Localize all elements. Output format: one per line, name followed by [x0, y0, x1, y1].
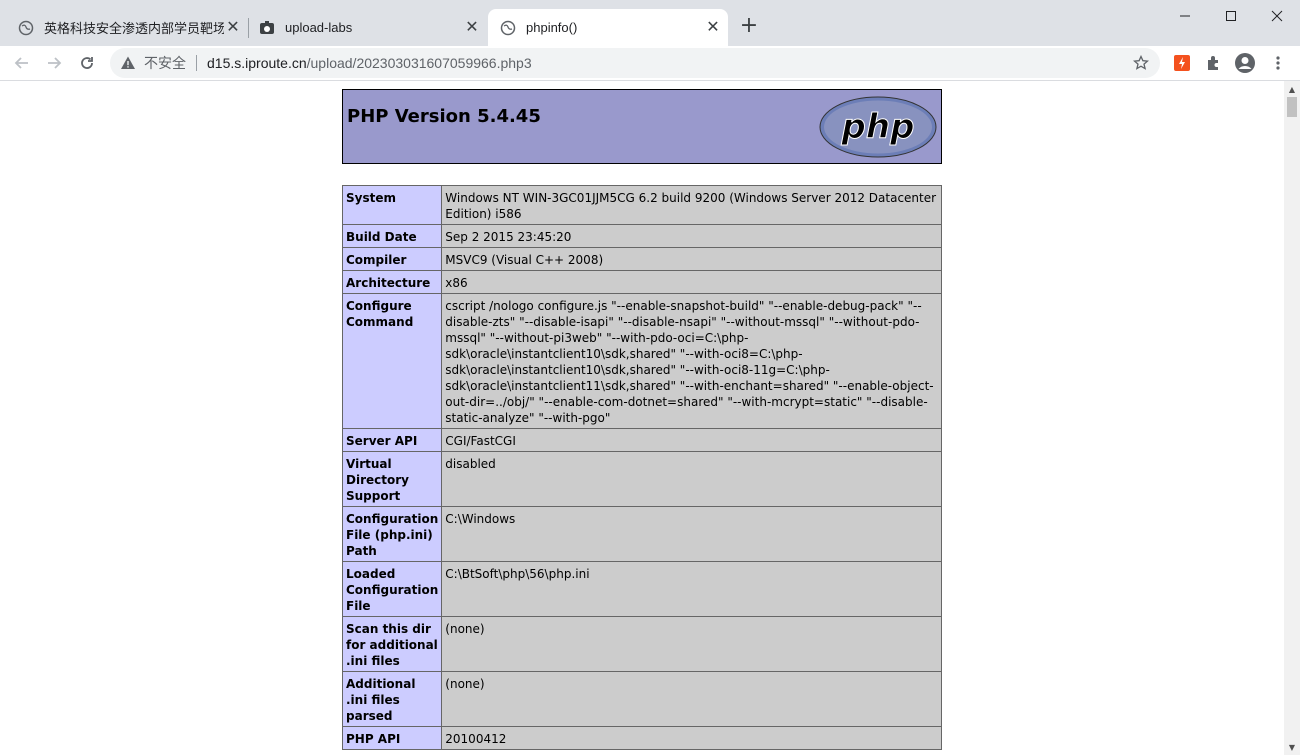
bookmark-star-icon[interactable]: [1132, 54, 1150, 72]
info-value: C:\BtSoft\php\56\php.ini: [441, 561, 942, 617]
info-row: Scan this dir for additional .ini files(…: [341, 616, 942, 672]
system-info-table: System Windows NT WIN-3GC01JJM5CG 6.2 bui…: [341, 185, 942, 750]
back-icon[interactable]: [10, 51, 34, 75]
tab-title: upload-labs: [285, 20, 353, 35]
tab-upload-labs[interactable]: upload-labs ✕: [249, 9, 487, 46]
close-tab-icon[interactable]: ✕: [704, 18, 722, 36]
info-key: Architecture: [341, 270, 443, 294]
info-row: Build Date Sep 2 2015 23:45:20: [341, 224, 942, 248]
info-row: Server API CGI/FastCGI: [341, 428, 942, 452]
url-host: d15.s.iproute.cn: [207, 55, 307, 71]
phpinfo-container: PHP Version 5.4.45 php System Windows NT …: [341, 89, 942, 750]
info-row: Configuration File (php.ini) Path C:\Wind…: [341, 506, 942, 562]
menu-kebab-icon[interactable]: [1267, 52, 1289, 74]
info-value: MSVC9 (Visual C++ 2008): [441, 247, 942, 271]
reload-icon[interactable]: [75, 51, 99, 75]
scroll-up-icon[interactable]: ▲: [1284, 81, 1300, 97]
url-path: /upload/202303031607059966.php3: [306, 55, 532, 71]
browser-toolbar: 不安全 d15.s.iproute.cn/upload/202303031607…: [0, 46, 1300, 81]
info-key: Loaded Configuration File: [341, 561, 443, 617]
tab-phpinfo[interactable]: phpinfo() ✕: [488, 9, 728, 46]
scroll-down-icon[interactable]: ▼: [1284, 739, 1300, 755]
info-value: (none): [441, 671, 942, 727]
extensions-puzzle-icon[interactable]: [1203, 52, 1225, 74]
info-value: disabled: [441, 451, 942, 507]
info-key: Configuration File (php.ini) Path: [341, 506, 443, 562]
info-key: System: [341, 185, 443, 225]
maximize-icon[interactable]: [1208, 0, 1254, 32]
close-tab-icon[interactable]: ✕: [224, 18, 242, 36]
globe-icon: [500, 20, 516, 36]
info-key: Configure Command: [341, 293, 443, 429]
info-value: CGI/FastCGI: [441, 428, 942, 452]
info-value: Sep 2 2015 23:45:20: [441, 224, 942, 248]
divider: [196, 55, 197, 71]
page-title: PHP Version 5.4.45: [347, 106, 541, 127]
close-tab-icon[interactable]: ✕: [463, 18, 481, 36]
info-row: Additional .ini files parsed (none): [341, 671, 942, 727]
extension-flash-icon[interactable]: [1171, 52, 1193, 74]
info-key: Virtual Directory Support: [341, 451, 443, 507]
info-row: Architecture x86: [341, 270, 942, 294]
tab-title: phpinfo(): [526, 20, 578, 35]
php-logo-text: php: [841, 107, 915, 147]
tab-strip: 英格科技安全渗透内部学员靶场 ✕ upload-labs ✕ phpinfo()…: [0, 0, 1300, 46]
vertical-scrollbar[interactable]: ▲ ▼: [1284, 81, 1300, 755]
profile-avatar-icon[interactable]: [1234, 52, 1256, 74]
phpinfo-header: PHP Version 5.4.45 php: [342, 89, 942, 164]
info-value: Windows NT WIN-3GC01JJM5CG 6.2 build 920…: [441, 185, 942, 225]
info-key: Scan this dir for additional .ini files: [341, 616, 443, 672]
info-row: Configure Command cscript /nologo configu…: [341, 293, 942, 429]
warning-icon[interactable]: [120, 55, 136, 71]
info-row: System Windows NT WIN-3GC01JJM5CG 6.2 bui…: [341, 185, 942, 225]
not-secure-label[interactable]: 不安全: [144, 53, 186, 73]
info-key: Additional .ini files parsed: [341, 671, 443, 727]
info-value: cscript /nologo configure.js "--enable-s…: [441, 293, 942, 429]
info-key: Build Date: [341, 224, 443, 248]
info-value: 20100412: [441, 726, 942, 750]
info-row: Loaded Configuration File C:\BtSoft\php\5…: [341, 561, 942, 617]
info-row: PHP API 20100412: [341, 726, 942, 750]
upload-labs-icon: [259, 20, 275, 36]
globe-icon: [18, 20, 34, 36]
forward-icon[interactable]: [42, 51, 66, 75]
info-key: Server API: [341, 428, 443, 452]
php-logo[interactable]: php: [819, 96, 937, 158]
info-value: C:\Windows: [441, 506, 942, 562]
scrollbar-thumb[interactable]: [1287, 97, 1297, 117]
info-key: PHP API: [341, 726, 443, 750]
info-row: Virtual Directory Support disabled: [341, 451, 942, 507]
address-bar[interactable]: 不安全 d15.s.iproute.cn/upload/202303031607…: [110, 48, 1160, 78]
minimize-icon[interactable]: [1162, 0, 1208, 32]
page-viewport: PHP Version 5.4.45 php System Windows NT …: [0, 81, 1284, 755]
info-value: x86: [441, 270, 942, 294]
info-value: (none): [441, 616, 942, 672]
close-window-icon[interactable]: [1254, 0, 1300, 32]
new-tab-icon[interactable]: +: [737, 15, 761, 39]
tab-title: 英格科技安全渗透内部学员靶场: [44, 21, 224, 36]
info-row: Compiler MSVC9 (Visual C++ 2008): [341, 247, 942, 271]
info-key: Compiler: [341, 247, 443, 271]
tab-training-range[interactable]: 英格科技安全渗透内部学员靶场 ✕: [0, 9, 248, 46]
